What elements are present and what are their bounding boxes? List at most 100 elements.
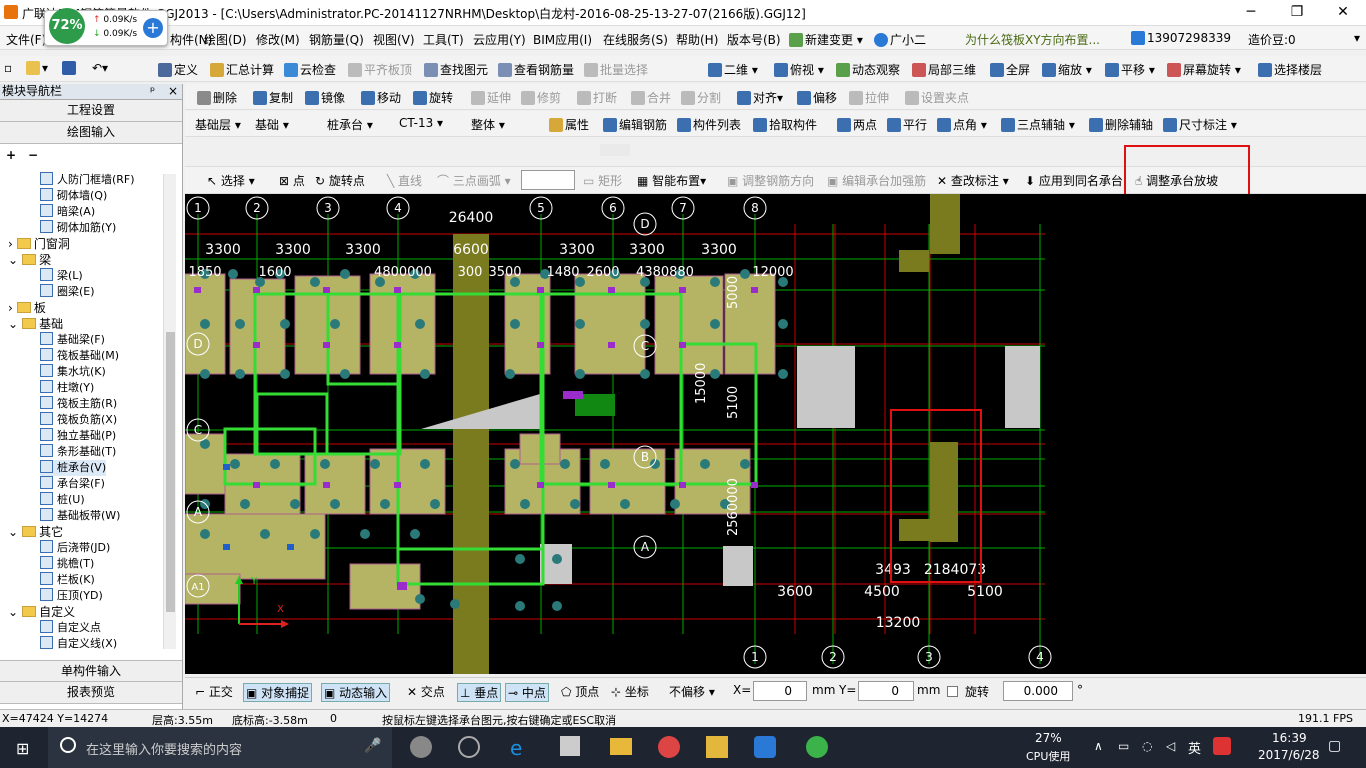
- tree-group[interactable]: › 板: [8, 300, 46, 316]
- blank-select[interactable]: [521, 170, 575, 190]
- edit-rebar-button[interactable]: 编辑钢筋: [603, 116, 667, 133]
- menu-cloud[interactable]: 云应用(Y): [473, 31, 526, 48]
- summary-calc-button[interactable]: 汇总计算: [210, 61, 274, 78]
- ortho-toggle[interactable]: ⌐ 正交: [195, 683, 233, 700]
- report-preview-button[interactable]: 报表预览: [0, 682, 182, 704]
- offset-button[interactable]: 偏移: [797, 89, 837, 106]
- properties-button[interactable]: 属性: [549, 116, 589, 133]
- fullscreen-button[interactable]: 全屏: [990, 61, 1030, 78]
- x-input[interactable]: 0: [753, 681, 807, 701]
- local-3d-button[interactable]: 局部三维: [912, 61, 976, 78]
- offset-select[interactable]: 不偏移 ▾: [669, 683, 715, 700]
- user-phone[interactable]: 13907298339: [1131, 31, 1231, 45]
- top-view-dropdown[interactable]: 俯视 ▾: [774, 61, 824, 78]
- break-button[interactable]: 打断: [577, 89, 617, 106]
- undo-icon[interactable]: ↶▾: [92, 61, 108, 75]
- rotate-checkbox[interactable]: [947, 686, 958, 697]
- edit-cap-strengthen-button[interactable]: ▣ 编辑承台加强筋: [827, 172, 926, 189]
- extend-button[interactable]: 延伸: [471, 89, 511, 106]
- select-dropdown[interactable]: ↖ 选择 ▾: [207, 172, 255, 189]
- stretch-button[interactable]: 拉伸: [849, 89, 889, 106]
- project-settings-button[interactable]: 工程设置: [0, 100, 182, 122]
- single-component-input-button[interactable]: 单构件输入: [0, 660, 182, 682]
- menu-help[interactable]: 帮助(H): [676, 31, 718, 48]
- expand-all-icon[interactable]: +: [6, 148, 16, 162]
- tree-item[interactable]: 砌体加筋(Y): [40, 220, 116, 236]
- tree-item[interactable]: 桩承台(V): [40, 460, 107, 476]
- tree-expander-icon[interactable]: ⌄: [8, 253, 18, 267]
- tree-item[interactable]: 集水坑(K): [40, 364, 106, 380]
- tray-chevron-icon[interactable]: ∧: [1094, 739, 1103, 753]
- dimension-dropdown[interactable]: 尺寸标注 ▾: [1163, 116, 1237, 133]
- menu-modify[interactable]: 修改(M): [256, 31, 300, 48]
- tree-expander-icon[interactable]: ⌄: [8, 317, 18, 331]
- floor-select[interactable]: 基础 ▾: [255, 116, 289, 133]
- tree-item[interactable]: 筏板基础(M): [40, 348, 119, 364]
- menu-rebar[interactable]: 钢筋量(Q): [309, 31, 364, 48]
- app-icon-3[interactable]: [806, 736, 828, 758]
- move-button[interactable]: 移动: [361, 89, 401, 106]
- tree-item[interactable]: 自定义点: [40, 620, 101, 636]
- tree-item[interactable]: 柱墩(Y): [40, 380, 94, 396]
- delete-aux-button[interactable]: 删除辅轴: [1089, 116, 1153, 133]
- midpoint-snap[interactable]: ⊸ 中点: [505, 683, 549, 702]
- pin-icon[interactable]: ᵖ: [150, 84, 155, 99]
- menu-view[interactable]: 视图(V): [373, 31, 415, 48]
- tree-item[interactable]: 基础梁(F): [40, 332, 105, 348]
- tree-item[interactable]: 梁(L): [40, 268, 83, 284]
- app-icon-2[interactable]: [658, 736, 680, 758]
- screen-rotate-dropdown[interactable]: 屏幕旋转 ▾: [1167, 61, 1241, 78]
- pan-dropdown[interactable]: 平移 ▾: [1105, 61, 1155, 78]
- tree-group[interactable]: ⌄ 自定义: [8, 604, 75, 620]
- microphone-icon[interactable]: 🎤: [364, 738, 381, 754]
- tree-item[interactable]: 砌体墙(Q): [40, 188, 107, 204]
- tree-item[interactable]: 圈梁(E): [40, 284, 95, 300]
- smart-layout-dropdown[interactable]: ▦ 智能布置▾: [637, 172, 706, 189]
- zoom-dropdown[interactable]: 缩放 ▾: [1042, 61, 1092, 78]
- clock-date[interactable]: 2017/6/28: [1258, 748, 1320, 762]
- tree-item[interactable]: 压顶(YD): [40, 588, 103, 604]
- split-button[interactable]: 分割: [681, 89, 721, 106]
- wifi-icon[interactable]: ◌: [1142, 739, 1152, 753]
- delete-button[interactable]: 删除: [197, 89, 237, 106]
- minimize-button[interactable]: ─: [1228, 0, 1274, 26]
- price-beans[interactable]: 造价豆:0: [1248, 31, 1296, 48]
- tree-item[interactable]: 独立基础(P): [40, 428, 116, 444]
- parallel-button[interactable]: 平行: [887, 116, 927, 133]
- tree-item[interactable]: 自定义线(X): [40, 636, 117, 652]
- view-2d-dropdown[interactable]: 二维 ▾: [708, 61, 758, 78]
- menu-online[interactable]: 在线服务(S): [603, 31, 668, 48]
- save-icon[interactable]: [62, 61, 78, 75]
- tree-item[interactable]: 筏板负筋(X): [40, 412, 117, 428]
- sogou-ime-icon[interactable]: [1213, 737, 1231, 755]
- taskbar-search-box[interactable]: 在这里输入你要搜索的内容 🎤: [48, 727, 392, 768]
- glodon-app-icon[interactable]: [754, 736, 776, 758]
- tree-item[interactable]: 暗梁(A): [40, 204, 95, 220]
- intersection-snap[interactable]: ✕ 交点: [407, 683, 445, 700]
- dynamic-input-toggle[interactable]: ▣ 动态输入: [321, 683, 391, 702]
- find-element-button[interactable]: 查找图元: [424, 61, 488, 78]
- cad-canvas[interactable]: 1 2 3 4 5 6 7 8 1 2 3 4 D C B A A1 A C D 26400 3300 3300 3…: [185, 194, 1366, 674]
- adjust-rebar-direction-button[interactable]: ▣ 调整钢筋方向: [727, 172, 814, 189]
- plus-icon[interactable]: +: [143, 18, 163, 38]
- rotate-input[interactable]: 0.000: [1003, 681, 1073, 701]
- menu-new-change[interactable]: 新建变更 ▾: [789, 31, 863, 48]
- menu-version[interactable]: 版本号(B): [727, 31, 781, 48]
- tree-expander-icon[interactable]: ⌄: [8, 605, 18, 619]
- tree-expander-icon[interactable]: ›: [8, 301, 13, 315]
- tree-group[interactable]: ⌄ 梁: [8, 252, 51, 268]
- tree-item[interactable]: 栏板(K): [40, 572, 95, 588]
- perpendicular-snap[interactable]: ⊥ 垂点: [457, 683, 502, 702]
- component-type-select[interactable]: 桩承台 ▾: [327, 116, 373, 133]
- coordinate-snap[interactable]: ⊹ 坐标: [611, 683, 649, 700]
- draw-input-button[interactable]: 绘图输入: [0, 122, 182, 144]
- tree-group[interactable]: › 门窗洞: [8, 236, 70, 252]
- drawing-svg[interactable]: 1 2 3 4 5 6 7 8 1 2 3 4 D C B A A1 A C D 26400 3300 3300 3…: [185, 194, 1366, 674]
- line-button[interactable]: ╲ 直线: [387, 172, 422, 189]
- tree-item[interactable]: 条形基础(T): [40, 444, 116, 460]
- menu-bim[interactable]: BIM应用(I): [533, 31, 592, 48]
- set-grip-button[interactable]: 设置夹点: [905, 89, 969, 106]
- help-question-link[interactable]: 为什么筏板XY方向布置...: [965, 31, 1100, 48]
- beam-strip[interactable]: [453, 234, 489, 674]
- drag-handle[interactable]: [600, 144, 630, 156]
